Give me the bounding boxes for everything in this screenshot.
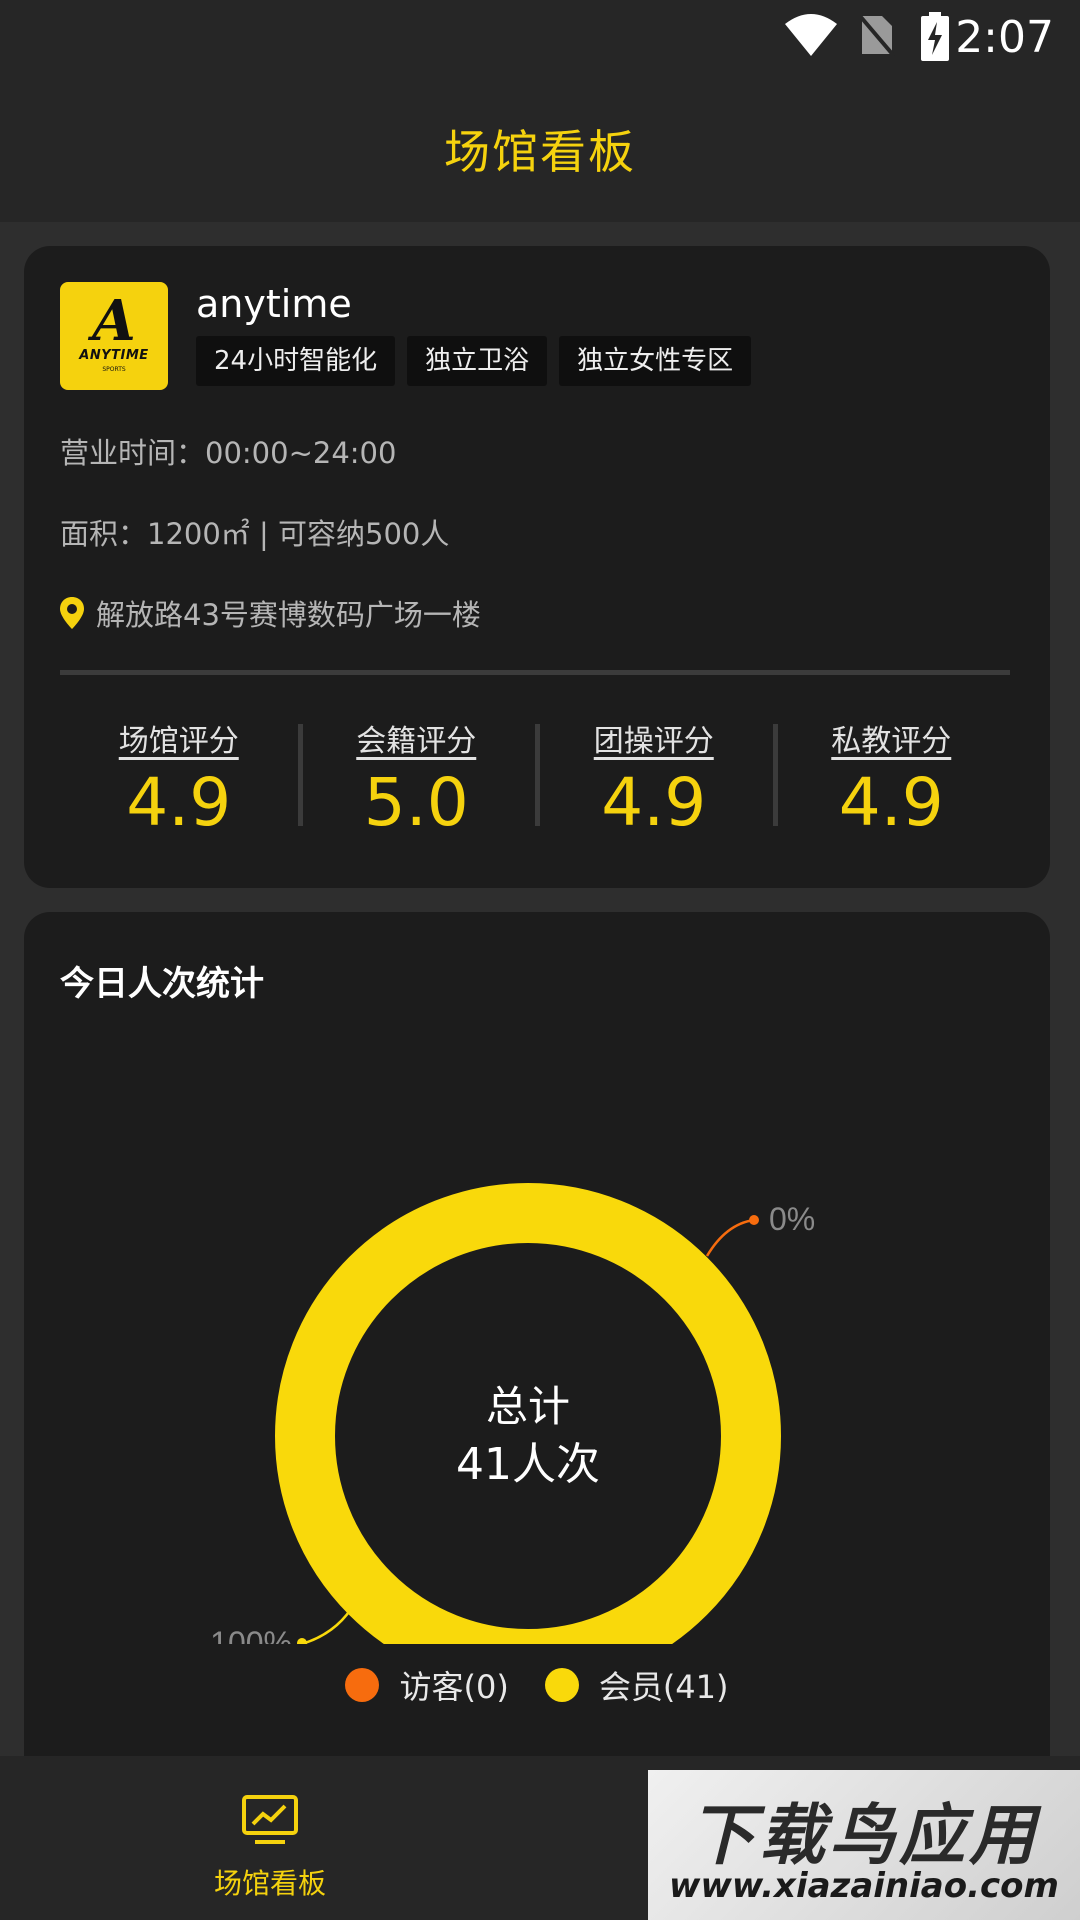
rating-label: 会籍评分 xyxy=(356,724,477,759)
divider xyxy=(60,670,1010,675)
battery-charging-icon xyxy=(921,12,949,61)
donut-chart: 0% 100% 总计 41人次 xyxy=(210,1183,815,1644)
legend-visitor-label: 访客(0) xyxy=(399,1668,509,1706)
visitor-leader-line xyxy=(705,1218,755,1257)
rating-value: 4.9 xyxy=(601,764,707,841)
location-pin-icon xyxy=(60,597,84,629)
address-text: 解放路43号赛博数码广场一楼 xyxy=(96,598,481,632)
watermark-text: 下载鸟应用 xyxy=(689,1797,1039,1874)
legend-dot-member xyxy=(544,1668,579,1702)
business-hours: 营业时间：00:00~24:00 xyxy=(60,436,397,470)
venue-address[interactable]: 解放路43号赛博数码广场一楼 xyxy=(60,592,481,634)
visitor-leader-dot xyxy=(749,1215,759,1225)
rating-personal-training[interactable]: 私教评分 4.9 xyxy=(772,712,1011,852)
rating-label: 私教评分 xyxy=(831,724,952,759)
rating-membership[interactable]: 会籍评分 5.0 xyxy=(297,712,536,852)
rating-label: 团操评分 xyxy=(593,724,714,759)
logo-subtext: SPORTS xyxy=(102,366,126,373)
rating-label: 场馆评分 xyxy=(118,724,239,759)
nav-label-dashboard: 场馆看板 xyxy=(213,1867,326,1900)
legend-member[interactable]: 会员(41) xyxy=(544,1662,729,1708)
rating-value: 5.0 xyxy=(363,764,469,841)
venue-logo: A ANYTIME SPORTS xyxy=(60,282,168,390)
venue-tag: 独立卫浴 xyxy=(407,336,548,386)
venue-tag: 24小时智能化 xyxy=(196,336,396,386)
rating-group-class[interactable]: 团操评分 4.9 xyxy=(535,712,773,852)
app-header: 场馆看板 xyxy=(0,72,1080,222)
total-label: 总计 xyxy=(486,1382,570,1431)
logo-text: ANYTIME xyxy=(79,348,149,363)
no-sim-icon xyxy=(858,14,896,58)
status-time: 2:07 xyxy=(955,12,1054,63)
venue-tags: 24小时智能化 独立卫浴 独立女性专区 xyxy=(196,336,752,386)
venue-name: anytime xyxy=(196,282,352,326)
chart-legend: 访客(0) 会员(41) xyxy=(24,1662,1050,1708)
rating-value: 4.9 xyxy=(838,764,944,841)
venue-tag: 独立女性专区 xyxy=(559,336,752,386)
total-value: 41人次 xyxy=(456,1439,600,1490)
status-bar: 2:07 xyxy=(0,0,1080,72)
member-percent-label: 100% xyxy=(210,1625,292,1644)
visitor-percent-label: 0% xyxy=(769,1201,815,1237)
nav-item-dashboard[interactable]: 场馆看板 xyxy=(0,1756,540,1920)
page-title: 场馆看板 xyxy=(444,125,636,179)
watermark-url: www.xiazainiao.com xyxy=(669,1866,1059,1906)
logo-mark: A xyxy=(92,288,136,354)
member-leader-dot xyxy=(297,1638,307,1644)
legend-visitor[interactable]: 访客(0) xyxy=(345,1662,509,1708)
venue-area: 面积：1200㎡ | 可容纳500人 xyxy=(60,517,450,551)
rating-value: 4.9 xyxy=(126,764,232,841)
stats-title: 今日人次统计 xyxy=(60,964,264,1004)
dashboard-monitor-icon xyxy=(242,1795,298,1844)
legend-dot-visitor xyxy=(345,1668,380,1702)
member-leader-line xyxy=(301,1608,353,1644)
watermark: 下载鸟应用 www.xiazainiao.com xyxy=(648,1770,1080,1920)
ratings-row: 场馆评分 4.9 会籍评分 5.0 团操评分 4.9 私教评分 4.9 xyxy=(60,712,1010,852)
legend-member-label: 会员(41) xyxy=(598,1668,729,1706)
rating-venue[interactable]: 场馆评分 4.9 xyxy=(60,712,298,852)
wifi-icon xyxy=(785,14,837,56)
venue-info-card: A ANYTIME SPORTS anytime 24小时智能化 独立卫浴 独立… xyxy=(24,246,1050,888)
